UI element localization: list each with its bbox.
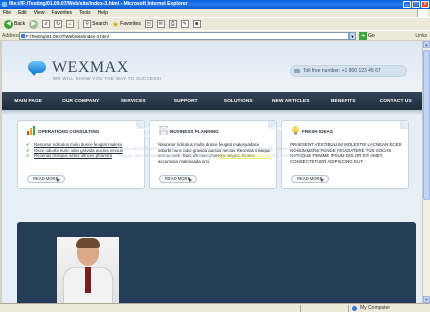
nav-solutions[interactable]: SOLUTIONS <box>212 99 265 104</box>
address-dropdown-button[interactable]: ▼ <box>349 31 356 40</box>
main-content-panel <box>17 222 416 303</box>
links-button[interactable]: Links <box>415 33 427 39</box>
page-viewport: WEXMAX WE WILL SHOW YOU THE WAY TO SUCCE… <box>2 41 422 303</box>
address-label: Address <box>2 32 21 39</box>
stop-icon: x <box>42 20 51 28</box>
phone-icon <box>294 69 300 73</box>
read-more-label: READ MORE <box>297 176 323 181</box>
scroll-up-button[interactable]: ▲ <box>423 41 430 48</box>
print-icon: ⎙ <box>168 20 177 28</box>
menu-bar: File Edit View Favorites Tools Help <box>0 9 430 17</box>
nav-support[interactable]: SUPPORT <box>160 99 213 104</box>
photo-hair <box>76 238 100 248</box>
menu-edit[interactable]: Edit <box>18 10 27 16</box>
scroll-down-button[interactable]: ▼ <box>423 296 430 303</box>
go-button[interactable]: ➜ Go <box>359 31 375 40</box>
nav-contact-us[interactable]: CONTACT US <box>370 99 423 104</box>
scroll-thumb[interactable] <box>423 50 430 200</box>
corner-fold <box>400 121 408 129</box>
menu-file[interactable]: File <box>3 10 11 16</box>
address-input[interactable]: F:\Testing\01.09.07\Web\site\index-3.htm… <box>19 31 349 40</box>
main-body-text: Donec accumsan malesuada ornec sit amet … <box>117 147 397 160</box>
menu-view[interactable]: View <box>34 10 45 16</box>
read-more-label: READ MORE <box>165 176 191 181</box>
toolbar-separator <box>78 19 80 29</box>
read-more-button[interactable]: READ MORE <box>159 175 197 183</box>
feature-title: OPERATIONS CONSULTING <box>38 129 100 134</box>
toll-free-badge: Toll free number: +1 800 123 45 67 <box>290 65 407 77</box>
title-bar: file:///F:/Testing/01.09.07/Web/site/ind… <box>0 0 430 9</box>
refresh-button[interactable]: ↻ <box>53 19 63 29</box>
ie-icon <box>2 2 7 7</box>
nav-shadow <box>2 110 422 115</box>
address-bar: Address F:\Testing\01.09.07\Web\site\ind… <box>0 30 430 40</box>
forward-arrow-icon: ▶ <box>29 19 39 29</box>
back-arrow-icon: ◀ <box>4 19 13 29</box>
edit-icon: ✎ <box>180 20 189 28</box>
read-more-button[interactable]: READ MORE <box>291 175 329 183</box>
edit-page-button[interactable]: ✎ <box>180 19 190 29</box>
maximize-button[interactable]: □ <box>412 1 420 8</box>
search-label: Search <box>92 21 108 27</box>
star-icon: ★ <box>111 19 120 29</box>
main-intro-text: Nagnis dis parturient montsectur ridicul… <box>117 127 397 139</box>
history-button[interactable]: ◷ <box>144 19 154 29</box>
nav-main-page[interactable]: MAIN PAGE <box>2 99 55 104</box>
main-body-end: vel, cursus eleif <box>270 153 306 159</box>
window-title: file:///F:/Testing/01.09.07/Web/site/ind… <box>9 1 188 7</box>
history-icon: ◷ <box>144 20 153 28</box>
go-arrow-icon: ➜ <box>359 31 367 40</box>
refresh-icon: ↻ <box>54 20 63 28</box>
nav-services[interactable]: SERVICES <box>107 99 160 104</box>
menu-tools[interactable]: Tools <box>79 10 91 16</box>
stop-button[interactable]: x <box>41 19 51 29</box>
main-navigation: MAIN PAGE OUR COMPANY SERVICES SUPPORT S… <box>2 92 422 110</box>
arrow-right-icon <box>189 178 192 182</box>
minimize-button[interactable]: _ <box>403 1 411 8</box>
speech-bubble-logo-icon <box>28 61 46 76</box>
vertical-scrollbar[interactable]: ▲ ▼ <box>422 41 430 303</box>
standard-toolbar: ◀ Back ▶ x ↻ ⌂ ⚲ Search ★ Favorites ◷ ✉ … <box>0 17 430 30</box>
arrow-right-icon <box>57 178 60 182</box>
home-icon: ⌂ <box>66 20 75 28</box>
search-icon: ⚲ <box>83 20 92 28</box>
forward-button[interactable]: ▶ <box>28 19 39 29</box>
site-logo[interactable]: WEXMAX <box>52 59 129 77</box>
read-more-button[interactable]: READ MORE <box>27 175 65 183</box>
mail-icon: ✉ <box>156 20 165 28</box>
security-zone-label: My Computer <box>360 305 391 311</box>
site-tagline: WE WILL SHOW YOU THE WAY TO SUCCESS! <box>53 76 162 81</box>
back-label: Back <box>14 21 26 27</box>
read-more-label: READ MORE <box>33 176 59 181</box>
site-header: WEXMAX WE WILL SHOW YOU THE WAY TO SUCCE… <box>2 41 422 92</box>
nav-our-company[interactable]: OUR COMPANY <box>55 99 108 104</box>
menu-help[interactable]: Help <box>98 10 108 16</box>
window-controls: _ □ x <box>403 1 429 8</box>
search-button[interactable]: ⚲ Search <box>82 19 109 29</box>
bar-chart-icon <box>27 126 35 135</box>
arrow-right-icon <box>321 178 324 182</box>
mail-button[interactable]: ✉ <box>156 19 166 29</box>
photo-tie <box>85 267 91 293</box>
messenger-button[interactable]: ☻ <box>192 19 202 29</box>
toll-free-text: Toll free number: +1 800 123 45 67 <box>303 68 381 74</box>
print-button[interactable]: ⎙ <box>168 19 178 29</box>
go-label: Go <box>368 32 375 39</box>
nav-benefits[interactable]: BENEFITS <box>317 99 370 104</box>
status-divider <box>348 305 349 312</box>
favorites-button[interactable]: ★ Favorites <box>111 19 142 29</box>
businessman-photo <box>57 237 119 303</box>
nav-new-articles[interactable]: NEW ARTICLES <box>265 99 318 104</box>
status-divider <box>300 305 301 312</box>
windows-logo-icon <box>417 9 427 17</box>
back-button[interactable]: ◀ Back <box>3 19 26 29</box>
menu-favorites[interactable]: Favorites <box>51 10 72 16</box>
status-bar: My Computer <box>0 303 430 312</box>
messenger-icon: ☻ <box>192 20 201 28</box>
home-button[interactable]: ⌂ <box>65 19 75 29</box>
favorites-label: Favorites <box>120 21 141 27</box>
computer-zone-icon <box>352 306 357 311</box>
inline-link[interactable]: dapibus eget elementum <box>218 154 271 159</box>
close-button[interactable]: x <box>421 1 429 8</box>
